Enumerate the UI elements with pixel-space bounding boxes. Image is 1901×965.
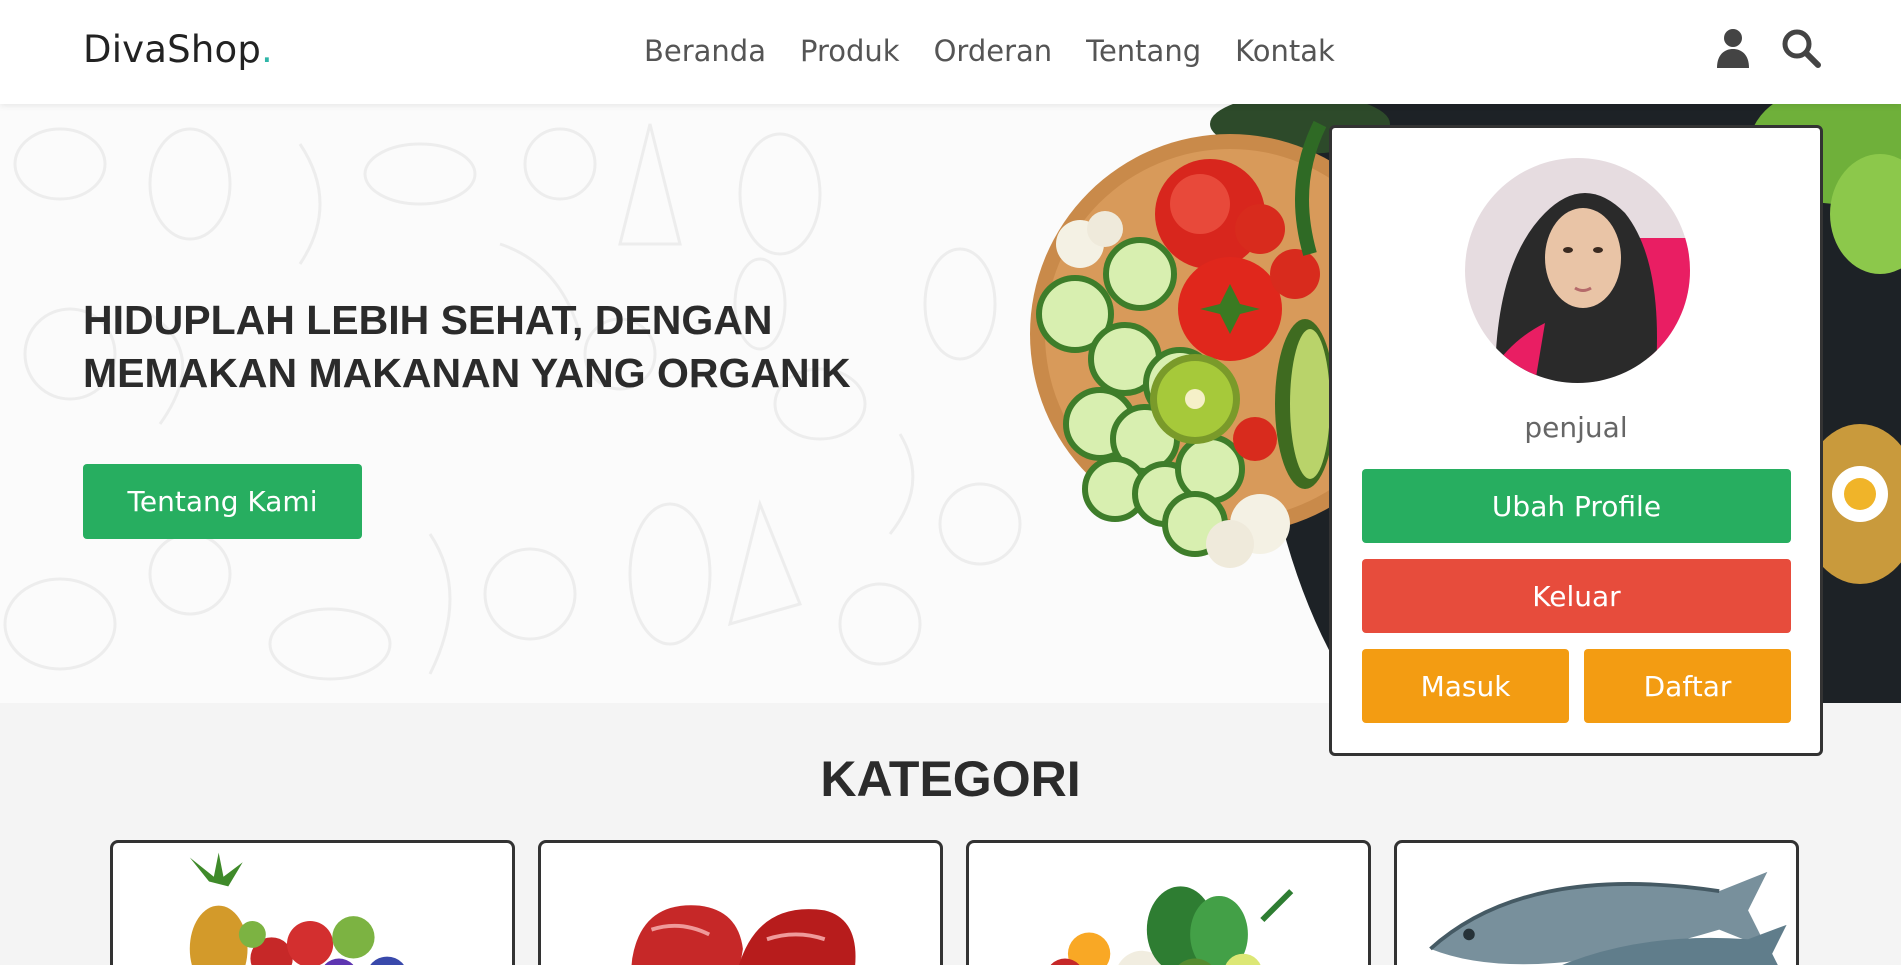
category-card-fish[interactable] <box>1394 840 1799 965</box>
logo-dot: . <box>261 28 273 71</box>
nav-links: Beranda Produk Orderan Tentang Kontak <box>644 34 1335 68</box>
navbar: DivaShop. Beranda Produk Orderan Tentang… <box>0 0 1901 104</box>
kategori-title: KATEGORI <box>820 751 1081 807</box>
logout-button[interactable]: Keluar <box>1362 559 1791 633</box>
category-cards <box>110 840 1799 965</box>
nav-link-beranda[interactable]: Beranda <box>644 34 766 68</box>
nav-link-tentang[interactable]: Tentang <box>1086 34 1201 68</box>
nav-icons <box>1711 26 1823 70</box>
fruits-image <box>189 852 404 965</box>
nav-link-orderan[interactable]: Orderan <box>934 34 1053 68</box>
category-card-meat[interactable] <box>538 840 943 965</box>
login-button[interactable]: Masuk <box>1362 649 1569 723</box>
nav-link-kontak[interactable]: Kontak <box>1235 34 1335 68</box>
avatar-photo <box>1465 158 1690 383</box>
vegetables-card-image <box>1050 886 1294 965</box>
fish-image <box>1429 871 1787 965</box>
user-icon[interactable] <box>1711 26 1755 70</box>
hero-title: HIDUPLAH LEBIH SEHAT, DENGAN MEMAKAN MAK… <box>83 297 851 396</box>
avatar <box>1465 158 1690 383</box>
edit-profile-button[interactable]: Ubah Profile <box>1362 469 1791 543</box>
about-us-button[interactable]: Tentang Kami <box>83 464 362 539</box>
meat-image <box>631 905 856 965</box>
logo[interactable]: DivaShop. <box>83 28 273 71</box>
category-card-vegetables[interactable] <box>966 840 1371 965</box>
search-icon[interactable] <box>1779 26 1823 70</box>
category-card-fruits[interactable] <box>110 840 515 965</box>
nav-link-produk[interactable]: Produk <box>800 34 900 68</box>
register-button[interactable]: Daftar <box>1584 649 1791 723</box>
username: penjual <box>1524 411 1628 444</box>
profile-dropdown: penjual Ubah Profile Keluar Masuk Daftar <box>1329 125 1823 756</box>
logo-text: DivaShop <box>83 28 262 71</box>
